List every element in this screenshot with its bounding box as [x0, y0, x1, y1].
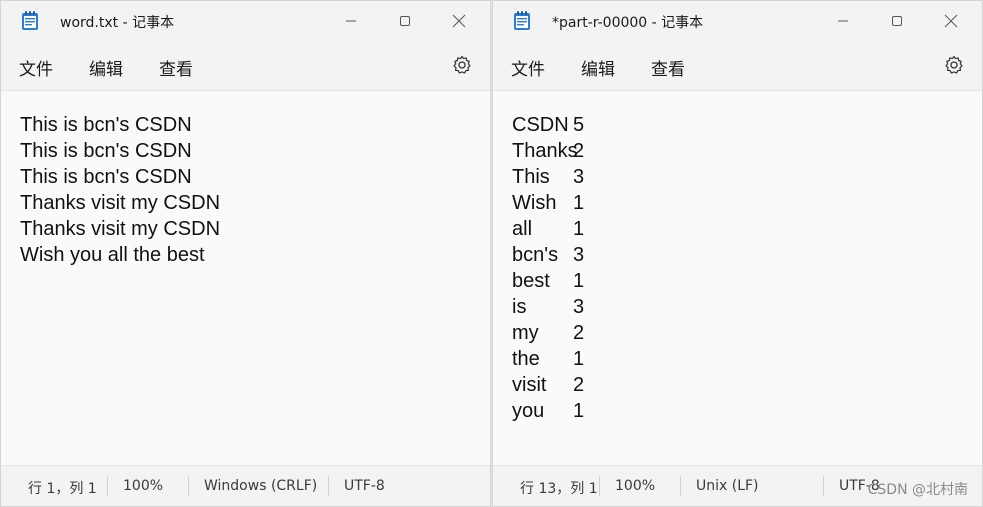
output-count: 1 [573, 218, 585, 240]
output-count: 3 [573, 166, 585, 188]
status-divider [680, 476, 681, 496]
output-count: 3 [573, 244, 585, 266]
close-button[interactable] [928, 7, 974, 35]
notepad-icon [22, 11, 38, 30]
text-line: This is bcn's CSDN [20, 140, 192, 162]
output-count: 2 [573, 374, 585, 396]
close-icon [452, 14, 466, 28]
status-encoding: UTF-8 [344, 478, 385, 494]
minimize-button[interactable] [820, 7, 866, 35]
output-count: 1 [573, 270, 585, 292]
notepad-window-part-r-00000: *part-r-00000 - 记事本 文件 编辑 查看 CSDN 5 Thanks… [492, 0, 983, 507]
title-bar[interactable]: word.txt - 记事本 [1, 1, 490, 41]
output-count: 5 [573, 114, 585, 136]
menu-bar: 文件 编辑 查看 [1, 41, 490, 91]
output-count: 2 [573, 140, 585, 162]
status-line-ending: Unix (LF) [696, 478, 759, 494]
status-divider [599, 476, 600, 496]
status-divider [328, 476, 329, 496]
output-count: 1 [573, 400, 585, 422]
output-word: bcn's [512, 244, 559, 266]
status-bar: 行 1，列 1 100% Windows (CRLF) UTF-8 [1, 465, 490, 506]
window-title: word.txt - 记事本 [60, 15, 175, 31]
settings-gear-icon[interactable] [452, 55, 472, 75]
output-word: the [512, 348, 540, 370]
output-word: Thanks [512, 140, 578, 162]
maximize-button[interactable] [874, 7, 920, 35]
menu-file[interactable]: 文件 [511, 55, 545, 80]
text-editor[interactable]: This is bcn's CSDN This is bcn's CSDN Th… [1, 91, 490, 466]
output-count: 1 [573, 192, 585, 214]
menu-view[interactable]: 查看 [651, 55, 685, 80]
minimize-icon [838, 20, 848, 22]
watermark: CSDN @北村南 [867, 482, 968, 498]
text-line: Thanks visit my CSDN [20, 192, 221, 214]
output-word: you [512, 400, 545, 422]
minimize-icon [346, 20, 356, 22]
menu-edit[interactable]: 编辑 [581, 55, 615, 80]
settings-gear-icon[interactable] [944, 55, 964, 75]
close-button[interactable] [436, 7, 482, 35]
window-title: *part-r-00000 - 记事本 [552, 15, 704, 31]
notepad-icon [514, 11, 530, 30]
text-editor[interactable]: CSDN 5 Thanks 2 This 3 Wish 1 all 1 bcn's 3 best 1 is 3… [493, 91, 982, 466]
output-word: all [512, 218, 533, 240]
output-word: Wish [512, 192, 557, 214]
close-icon [944, 14, 958, 28]
text-line: This is bcn's CSDN [20, 114, 192, 136]
output-word: This [512, 166, 550, 188]
text-line: Wish you all the best [20, 244, 205, 266]
status-zoom: 100% [615, 478, 656, 494]
status-bar: 行 13，列 1 100% Unix (LF) UTF-8 CSDN @北村南 [493, 465, 982, 506]
maximize-icon [400, 16, 410, 26]
text-line: Thanks visit my CSDN [20, 218, 221, 240]
text-line: This is bcn's CSDN [20, 166, 192, 188]
output-word: visit [512, 374, 547, 396]
notepad-window-word-txt: word.txt - 记事本 文件 编辑 查看 This is bcn's CS… [0, 0, 491, 507]
status-zoom: 100% [123, 478, 164, 494]
output-count: 2 [573, 322, 585, 344]
title-bar[interactable]: *part-r-00000 - 记事本 [493, 1, 982, 41]
maximize-icon [892, 16, 902, 26]
output-count: 3 [573, 296, 585, 318]
status-divider [823, 476, 824, 496]
status-line-ending: Windows (CRLF) [204, 478, 318, 494]
minimize-button[interactable] [328, 7, 374, 35]
output-count: 1 [573, 348, 585, 370]
status-cursor-position: 行 1，列 1 [28, 481, 97, 497]
menu-view[interactable]: 查看 [159, 55, 193, 80]
menu-edit[interactable]: 编辑 [89, 55, 123, 80]
output-word: CSDN [512, 114, 569, 136]
maximize-button[interactable] [382, 7, 428, 35]
status-divider [107, 476, 108, 496]
output-word: best [512, 270, 550, 292]
menu-bar: 文件 编辑 查看 [493, 41, 982, 91]
output-word: is [512, 296, 527, 318]
menu-file[interactable]: 文件 [19, 55, 53, 80]
status-cursor-position: 行 13，列 1 [520, 481, 598, 497]
status-divider [188, 476, 189, 496]
output-word: my [512, 322, 539, 344]
